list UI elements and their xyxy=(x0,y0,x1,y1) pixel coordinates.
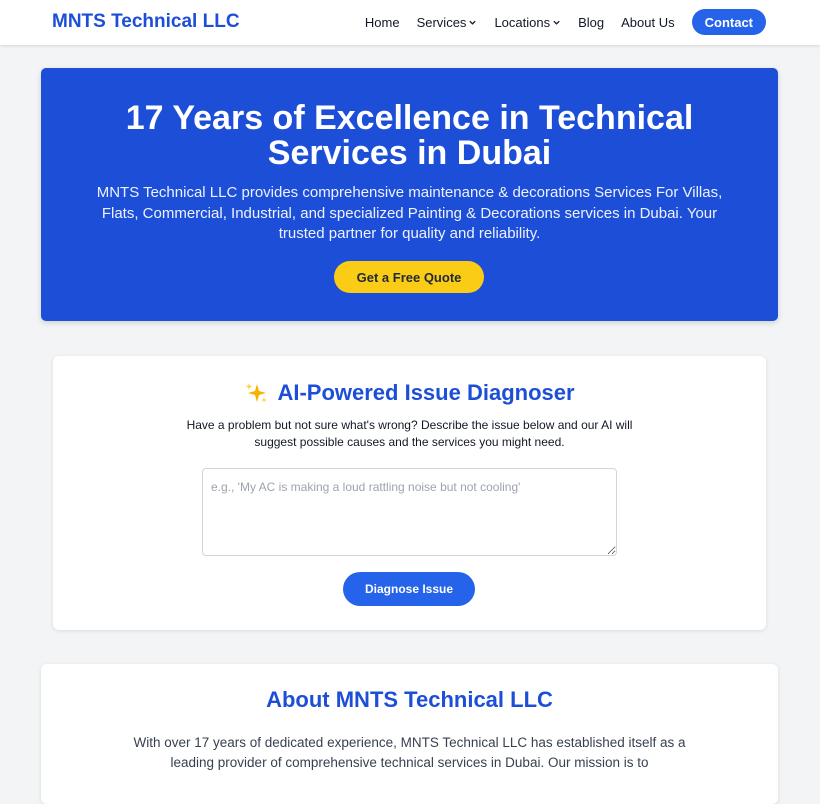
nav-link-label: Locations xyxy=(494,14,551,30)
nav-link-about-us[interactable]: About Us xyxy=(621,15,674,30)
about-title: About MNTS Technical LLC xyxy=(266,687,553,712)
nav-link-label: Blog xyxy=(578,14,605,30)
navbar: MNTS Technical LLC Home Services Locatio… xyxy=(0,0,820,45)
issue-diagnoser-card: AI-Powered Issue Diagnoser Have a proble… xyxy=(53,356,766,630)
diagnoser-description: Have a problem but not sure what's wrong… xyxy=(186,418,633,449)
diagnose-issue-button[interactable]: Diagnose Issue xyxy=(343,572,475,606)
diagnoser-heading: AI-Powered Issue Diagnoser xyxy=(53,380,766,406)
nav-link-home[interactable]: Home xyxy=(365,15,400,30)
contact-button[interactable]: Contact xyxy=(691,9,766,35)
nav-link-blog[interactable]: Blog xyxy=(578,15,604,30)
hero-description: MNTS Technical LLC provides comprehensiv… xyxy=(96,184,723,242)
chevron-down-icon xyxy=(553,20,560,25)
issue-description-input[interactable] xyxy=(202,468,617,556)
brand-logo[interactable]: MNTS Technical LLC xyxy=(52,11,240,33)
about-text: With over 17 years of dedicated experien… xyxy=(133,735,686,770)
hero-banner: 17 Years of Excellence in Technical Serv… xyxy=(41,68,778,321)
nav-link-locations[interactable]: Locations xyxy=(494,15,561,30)
free-quote-button[interactable]: Get a Free Quote xyxy=(334,261,484,293)
nav-link-services[interactable]: Services xyxy=(417,15,478,30)
nav-link-label: Home xyxy=(364,14,400,30)
chevron-down-icon xyxy=(469,20,477,25)
hero-title: 17 Years of Excellence in Technical Serv… xyxy=(125,99,694,172)
nav-link-label: Services xyxy=(416,14,467,30)
nav-link-label: About Us xyxy=(621,14,675,30)
diagnoser-title: AI-Powered Issue Diagnoser xyxy=(277,380,575,405)
nav-links: Home Services Locations Blog About Us Co… xyxy=(365,9,766,35)
about-section: About MNTS Technical LLC With over 17 ye… xyxy=(41,664,778,804)
sparkle-icon xyxy=(245,383,268,403)
